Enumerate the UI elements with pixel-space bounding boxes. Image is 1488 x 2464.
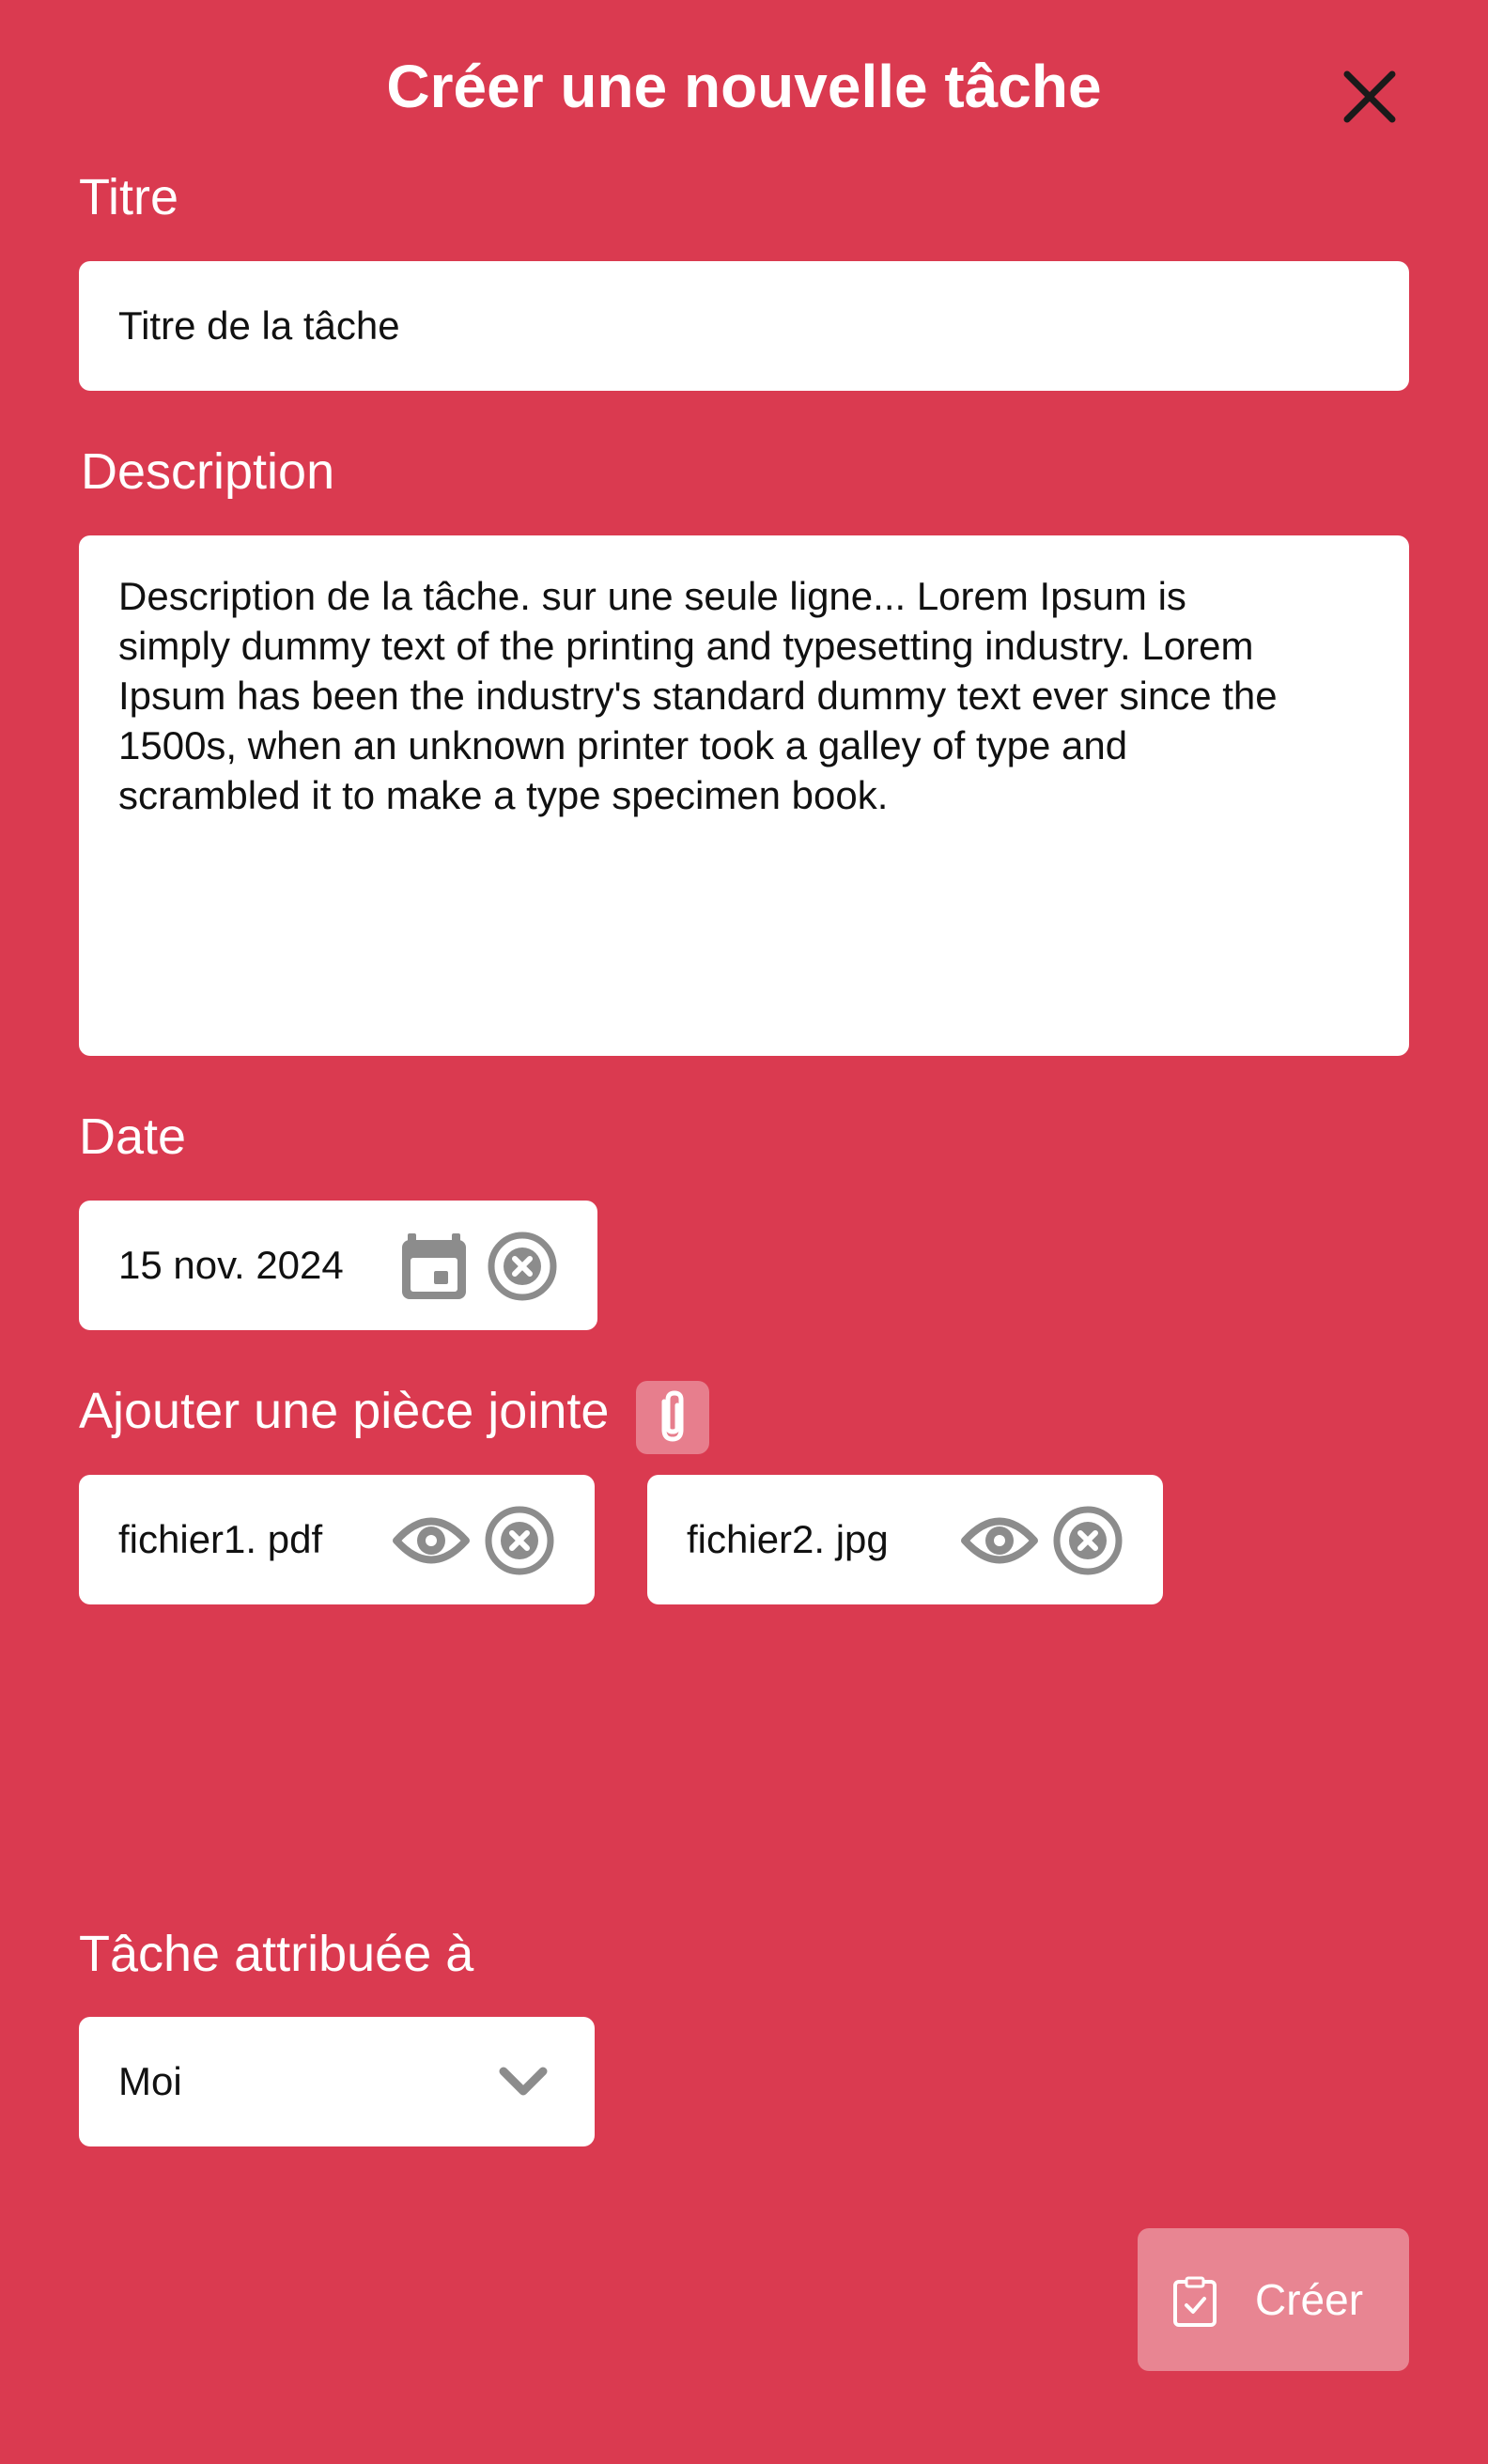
assignee-label: Tâche attribuée à: [79, 1926, 474, 1982]
eye-icon[interactable]: [961, 1508, 1038, 1573]
date-input[interactable]: 15 nov. 2024: [79, 1201, 597, 1330]
title-input-value: Titre de la tâche: [118, 303, 400, 348]
date-label: Date: [79, 1108, 187, 1165]
dialog-title: Créer une nouvelle tâche: [386, 53, 1102, 120]
attachment-label: Ajouter une pièce jointe: [79, 1383, 610, 1439]
date-value: 15 nov. 2024: [118, 1243, 344, 1287]
assignee-value: Moi: [118, 2059, 182, 2103]
title-input[interactable]: Titre de la tâche: [79, 261, 1409, 391]
chevron-down-icon: [499, 2067, 548, 2096]
attach-button[interactable]: [636, 1381, 709, 1454]
attachment-name: fichier2. jpg: [687, 1517, 889, 1561]
attachment-name: fichier1. pdf: [118, 1517, 323, 1561]
eye-icon[interactable]: [393, 1508, 470, 1573]
create-button[interactable]: Créer: [1138, 2228, 1409, 2371]
close-icon[interactable]: [1334, 61, 1405, 132]
calendar-icon[interactable]: [396, 1228, 472, 1303]
description-value: Description de la tâche. sur une seule l…: [118, 574, 1278, 817]
description-textarea[interactable]: Description de la tâche. sur une seule l…: [79, 535, 1409, 1056]
assignee-select[interactable]: Moi: [79, 2017, 595, 2146]
create-task-dialog: Créer une nouvelle tâche Titre Titre de …: [0, 0, 1488, 2464]
remove-attachment-icon[interactable]: [483, 1504, 556, 1577]
clipboard-check-icon: [1173, 2276, 1217, 2327]
description-label: Description: [81, 443, 335, 500]
attachment-chip: fichier1. pdf: [79, 1475, 595, 1604]
title-label: Titre: [79, 169, 178, 225]
attachment-chip: fichier2. jpg: [647, 1475, 1163, 1604]
remove-attachment-icon[interactable]: [1051, 1504, 1124, 1577]
create-button-label: Créer: [1255, 2275, 1364, 2324]
clear-date-icon[interactable]: [486, 1230, 559, 1303]
paperclip-icon: [661, 1390, 684, 1442]
